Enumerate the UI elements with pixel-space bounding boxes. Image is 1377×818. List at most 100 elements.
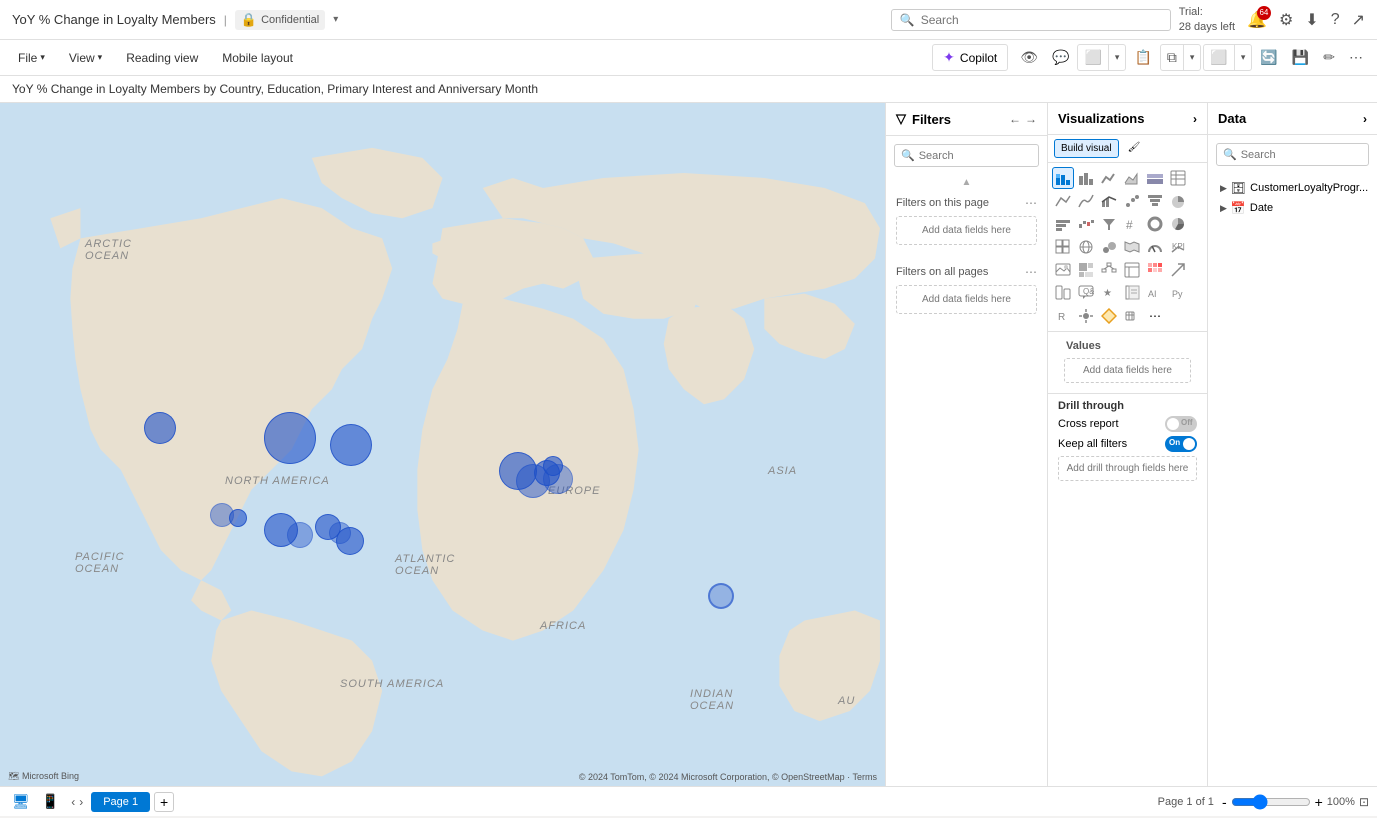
format-dropdown-btn[interactable]: ▾ — [1184, 48, 1201, 67]
menu-view[interactable]: View ▾ — [59, 47, 112, 69]
more-icon-btn[interactable]: ⋯ — [1343, 45, 1369, 70]
viz-bubble[interactable] — [1098, 236, 1120, 258]
viz-map-filled2[interactable] — [1121, 236, 1143, 258]
filters-back-btn[interactable]: ← — [1009, 112, 1021, 126]
view-dropdown-btn[interactable]: ▾ — [1235, 48, 1252, 67]
viz-combo[interactable] — [1098, 190, 1120, 212]
viz-bar3[interactable] — [1052, 213, 1074, 235]
mobile-view-btn[interactable]: 📱 — [38, 791, 63, 812]
viz-sync[interactable] — [1052, 282, 1074, 304]
viz-table[interactable] — [1167, 167, 1189, 189]
viz-bar-chart[interactable] — [1075, 167, 1097, 189]
cross-report-toggle[interactable]: Off — [1165, 416, 1197, 432]
download-btn[interactable]: ⬇ — [1305, 10, 1318, 30]
help-btn[interactable]: ? — [1331, 11, 1340, 29]
viz-r[interactable]: R — [1052, 305, 1074, 327]
viz-heatmap[interactable] — [1144, 259, 1166, 281]
filter-search[interactable]: 🔍 — [894, 144, 1039, 167]
viz-kpi[interactable]: KPI — [1167, 236, 1189, 258]
viz-pie-small[interactable] — [1167, 190, 1189, 212]
viz-more[interactable]: ⋯ — [1144, 305, 1166, 327]
filters-this-page-more[interactable]: ⋯ — [1025, 196, 1037, 210]
copilot-btn[interactable]: ✦ Copilot — [932, 44, 1008, 71]
format-tab[interactable]: 🖌 — [1122, 139, 1147, 158]
next-page-btn[interactable]: › — [79, 795, 83, 809]
data-item-date[interactable]: ▶ 📅 Date — [1216, 198, 1369, 218]
viz-stacked-bar[interactable] — [1052, 167, 1074, 189]
menu-mobile-layout[interactable]: Mobile layout — [212, 47, 303, 69]
viz-image[interactable] — [1052, 259, 1074, 281]
map-area[interactable]: ArcticOcean NORTH AMERICA PacificOcean A… — [0, 103, 885, 786]
edit-icon-btn[interactable]: ✏ — [1317, 45, 1341, 70]
filters-forward-btn[interactable]: → — [1025, 112, 1037, 126]
prev-page-btn[interactable]: ‹ — [71, 795, 75, 809]
filters-all-pages-add[interactable]: Add data fields here — [896, 285, 1037, 314]
fit-btn[interactable]: ⊡ — [1359, 795, 1369, 809]
viz-waterfall[interactable] — [1075, 213, 1097, 235]
viz-hash[interactable]: # — [1121, 213, 1143, 235]
viz-filter-icon[interactable] — [1098, 213, 1120, 235]
share-btn[interactable]: ↗ — [1352, 10, 1365, 30]
viz-line2[interactable] — [1052, 190, 1074, 212]
viz-expand-btn[interactable]: › — [1193, 112, 1197, 126]
viz-diamond[interactable] — [1098, 305, 1120, 327]
viz-qa[interactable]: Q&A — [1075, 282, 1097, 304]
viz-gauge[interactable] — [1144, 236, 1166, 258]
viz-stacked-area[interactable] — [1144, 167, 1166, 189]
top-search-box[interactable]: 🔍 — [891, 9, 1171, 31]
copilot-icon: ✦ — [943, 49, 955, 66]
viz-line-chart[interactable] — [1098, 167, 1120, 189]
zoom-in-btn[interactable]: + — [1315, 794, 1323, 810]
view-icon-btn[interactable]: ⬜ — [1204, 45, 1234, 70]
viz-paginated[interactable] — [1121, 282, 1143, 304]
data-expand-btn[interactable]: › — [1363, 112, 1367, 126]
viz-funnel[interactable] — [1144, 190, 1166, 212]
data-search[interactable]: 🔍 — [1216, 143, 1369, 166]
viz-ribbon[interactable] — [1075, 190, 1097, 212]
viz-donut[interactable] — [1144, 213, 1166, 235]
title-dropdown-arrow[interactable]: ▾ — [333, 14, 338, 25]
textbox-dropdown-btn[interactable]: ▾ — [1109, 48, 1126, 67]
viz-matrix[interactable] — [1052, 236, 1074, 258]
viz-arrow[interactable] — [1167, 259, 1189, 281]
filters-this-page-add[interactable]: Add data fields here — [896, 216, 1037, 245]
refresh-icon-btn[interactable]: 🔄 — [1254, 45, 1283, 70]
zoom-out-btn[interactable]: - — [1222, 794, 1227, 810]
viz-map-filled[interactable] — [1075, 236, 1097, 258]
zoom-slider[interactable] — [1231, 794, 1311, 810]
add-page-btn[interactable]: + — [154, 792, 174, 812]
pages-icon-btn[interactable]: 📋 — [1128, 45, 1157, 70]
viz-scatter[interactable] — [1121, 190, 1143, 212]
viz-python[interactable]: Py — [1167, 282, 1189, 304]
top-search-input[interactable] — [921, 13, 1162, 27]
viz-edit2[interactable] — [1121, 305, 1143, 327]
viz-table2[interactable] — [1121, 259, 1143, 281]
drill-add-fields[interactable]: Add drill through fields here — [1058, 456, 1197, 481]
filters-all-pages-more[interactable]: ⋯ — [1025, 265, 1037, 279]
map-bing-attribution: 🗺 Microsoft Bing — [8, 771, 79, 782]
filter-search-input[interactable] — [919, 150, 1032, 162]
viz-pie[interactable] — [1167, 213, 1189, 235]
settings-btn[interactable]: ⚙ — [1279, 10, 1293, 30]
viz-decomp[interactable] — [1098, 259, 1120, 281]
notifications-btn[interactable]: 🔔 64 — [1247, 10, 1267, 30]
values-add-fields[interactable]: Add data fields here — [1064, 358, 1191, 383]
keep-filters-toggle[interactable]: On — [1165, 436, 1197, 452]
eye-icon-btn[interactable]: 👁 — [1014, 45, 1044, 70]
viz-smart[interactable]: ★ — [1098, 282, 1120, 304]
viz-custom2[interactable] — [1075, 305, 1097, 327]
build-visual-tab[interactable]: Build visual — [1054, 139, 1119, 158]
viz-area-chart[interactable] — [1121, 167, 1143, 189]
save-icon-btn[interactable]: 💾 — [1286, 45, 1315, 70]
format-icon-btn[interactable]: ⧉ — [1161, 45, 1184, 70]
data-search-input[interactable] — [1241, 149, 1362, 161]
menu-reading-view[interactable]: Reading view — [116, 47, 208, 69]
textbox-icon-btn[interactable]: ⬜ — [1078, 45, 1108, 70]
menu-file[interactable]: File ▾ — [8, 47, 55, 69]
data-item-customer[interactable]: ▶ 🗄 CustomerLoyaltyProgr... — [1216, 178, 1369, 198]
comment-icon-btn[interactable]: 💬 — [1046, 45, 1075, 70]
page-1-tab[interactable]: Page 1 — [91, 792, 150, 812]
viz-ai[interactable]: AI — [1144, 282, 1166, 304]
viz-treemap[interactable] — [1075, 259, 1097, 281]
desktop-view-btn[interactable]: 🖥 — [8, 791, 34, 812]
